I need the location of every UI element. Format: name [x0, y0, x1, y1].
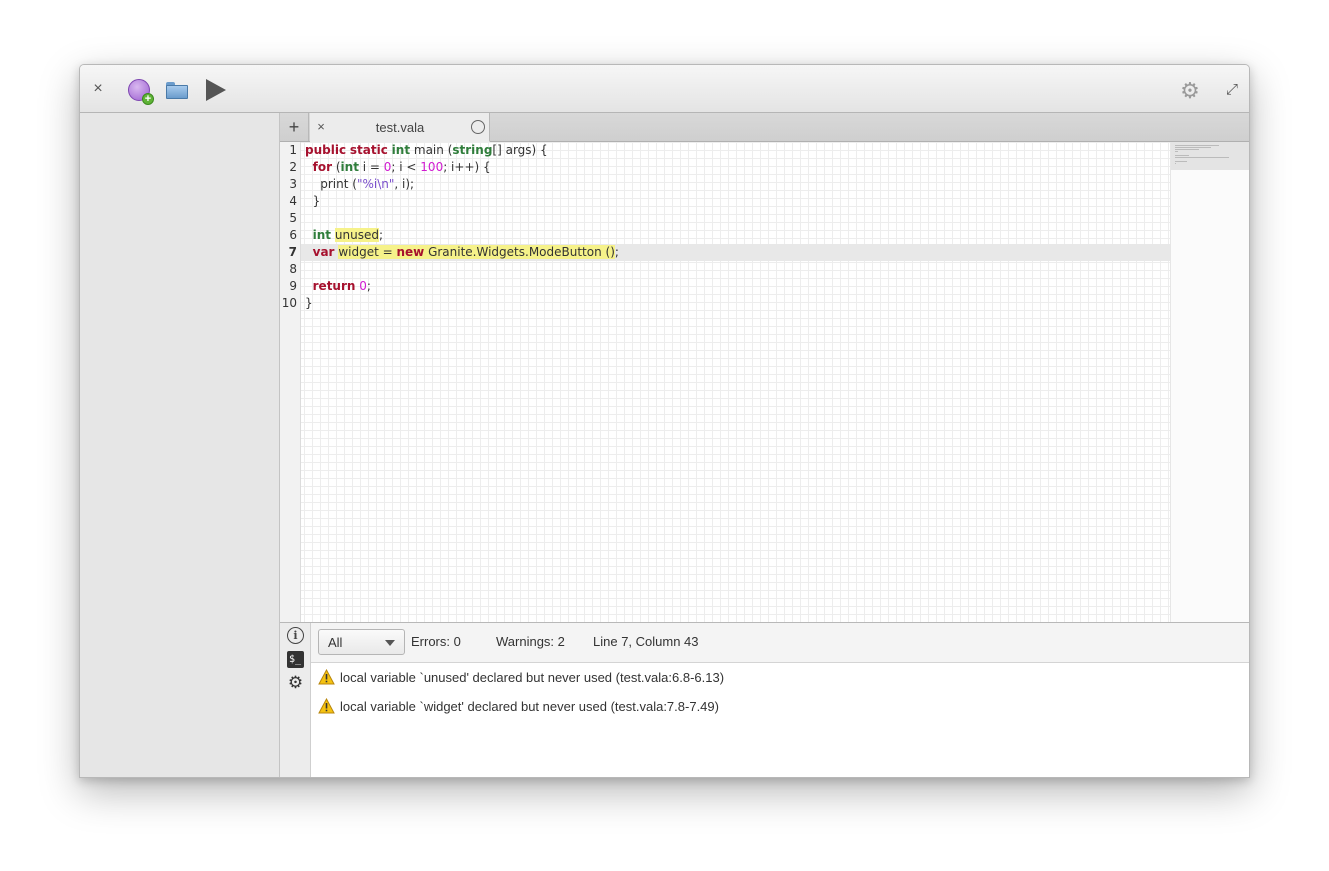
header-bar: × + ⚙ ⤢	[80, 65, 1249, 113]
plus-badge-icon: +	[142, 93, 154, 105]
new-tab-button[interactable]: +	[280, 113, 309, 141]
code-line[interactable]: }	[305, 193, 321, 210]
tab-bar: + × test.vala	[280, 113, 1249, 142]
line-number: 9	[289, 279, 297, 293]
code-line[interactable]: var widget = new Granite.Widgets.ModeBut…	[305, 244, 619, 261]
minimap-line	[1175, 149, 1200, 150]
warning-count: Warnings: 2	[496, 634, 565, 649]
code-line[interactable]: }	[305, 295, 313, 312]
error-count: Errors: 0	[411, 634, 461, 649]
circle-icon	[471, 120, 485, 134]
line-number: 4	[289, 194, 297, 208]
line-number: 10	[281, 296, 297, 310]
minimap[interactable]	[1170, 142, 1249, 622]
minimap-line	[1175, 145, 1219, 146]
minimap-line	[1175, 163, 1177, 164]
bottom-panel: i $_ ⚙ All Errors: 0 Warnings: 2 Line 7,…	[280, 622, 1249, 777]
report-message[interactable]: local variable `widget' declared but nev…	[318, 697, 1218, 717]
tab-close-button[interactable]: ×	[314, 119, 328, 135]
code-line[interactable]: print ("%i\n", i);	[305, 176, 414, 193]
maximize-icon: ⤢	[1225, 80, 1238, 98]
message-text: local variable `unused' declared but nev…	[340, 670, 725, 685]
terminal-icon[interactable]: $_	[287, 651, 304, 668]
project-sidebar[interactable]	[80, 113, 280, 777]
code-line[interactable]: public static int main (string[] args) {	[305, 142, 548, 159]
warning-icon	[318, 698, 335, 714]
code-editor[interactable]: 1 2 3 4 5 6 7 8 9 10 public static int m…	[280, 142, 1249, 622]
code-line[interactable]: return 0;	[305, 278, 371, 295]
plus-icon: +	[288, 116, 300, 137]
line-number: 6	[289, 228, 297, 242]
tab-label: test.vala	[375, 120, 425, 135]
line-number: 8	[289, 262, 297, 276]
settings-icon[interactable]: ⚙	[287, 673, 304, 692]
line-number-gutter: 1 2 3 4 5 6 7 8 9 10	[280, 142, 301, 622]
new-project-button[interactable]: +	[127, 78, 154, 105]
open-folder-button[interactable]	[165, 80, 189, 100]
run-button[interactable]	[204, 78, 228, 102]
folder-icon	[166, 82, 188, 99]
info-icon[interactable]: i	[287, 627, 304, 644]
code-line[interactable]: for (int i = 0; i < 100; i++) {	[305, 159, 491, 176]
close-icon: ×	[93, 80, 103, 97]
maximize-button[interactable]: ⤢	[1223, 80, 1241, 98]
report-filter-select[interactable]: All	[318, 629, 405, 655]
cursor-position: Line 7, Column 43	[593, 634, 699, 649]
editor-area: + × test.vala 1 2 3 4 5 6 7 8 9 10 publi…	[280, 113, 1249, 622]
play-icon	[206, 79, 226, 101]
line-number-current: 7	[288, 245, 297, 259]
tab-test-vala[interactable]: × test.vala	[310, 113, 490, 142]
filter-value: All	[328, 635, 343, 650]
line-number: 3	[289, 177, 297, 191]
chevron-down-icon	[385, 640, 395, 646]
report-toolbar: All Errors: 0 Warnings: 2 Line 7, Column…	[311, 623, 1249, 663]
code-line[interactable]: int unused;	[305, 227, 383, 244]
minimap-line	[1175, 147, 1212, 148]
warning-icon	[318, 669, 335, 685]
report-message[interactable]: local variable `unused' declared but nev…	[318, 668, 1218, 688]
line-number: 5	[289, 211, 297, 225]
line-number: 2	[289, 160, 297, 174]
gear-icon: ⚙	[1180, 78, 1200, 103]
ide-window: × + ⚙ ⤢ + × test.vala 1 2 3 4 5 6 7 8 9 …	[79, 64, 1250, 778]
close-icon: ×	[317, 119, 325, 134]
minimap-line	[1175, 157, 1229, 158]
close-window-button[interactable]: ×	[88, 79, 108, 99]
message-text: local variable `widget' declared but nev…	[340, 699, 719, 714]
settings-button[interactable]: ⚙	[1178, 78, 1202, 103]
minimap-line	[1175, 151, 1179, 152]
minimap-line	[1175, 161, 1188, 162]
bottom-panel-switcher: i $_ ⚙	[280, 623, 311, 777]
minimap-line	[1175, 155, 1190, 156]
line-number: 1	[289, 143, 297, 157]
